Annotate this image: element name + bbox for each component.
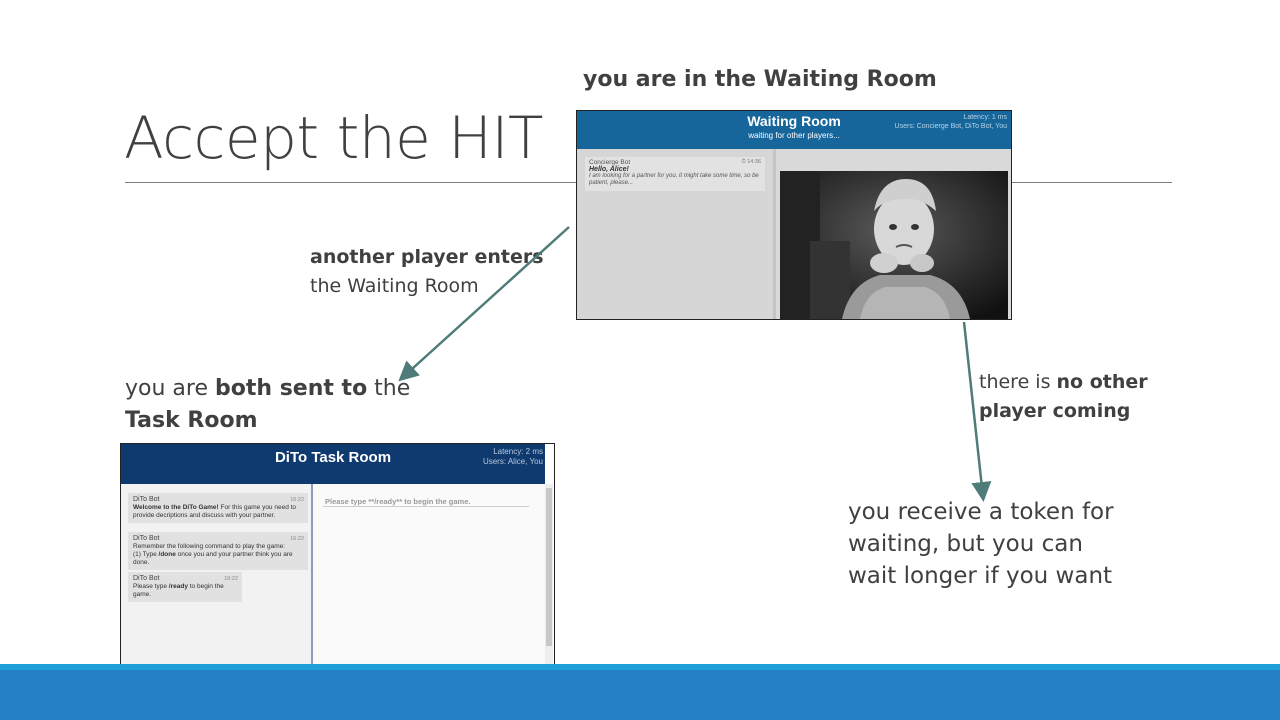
message-time: 16:22 [290,536,304,542]
arrow-to-task-room [398,226,570,382]
task-room-latency: Latency: 2 ms [493,447,543,456]
waiting-room-header: Waiting Room waiting for other players..… [577,111,1011,149]
message-text: Please type [133,583,169,590]
message-bold: /done [158,551,176,558]
ready-prompt: Please type **/ready** to begin the game… [325,497,471,506]
scrollbar-thumb[interactable] [546,488,552,646]
footer-band [0,670,1280,720]
task-room-screenshot: DiTo Task Room Latency: 2 ms Users: Alic… [120,443,555,700]
message-bold: /ready [168,583,188,590]
message-bold: Welcome to the DiTo Game! [133,504,219,511]
prompt-underline [323,506,529,507]
task-room-game-panel: Please type **/ready** to begin the game… [313,484,545,670]
chat-message: DiTo Bot 16:22 Please type /ready to beg… [128,572,242,602]
waiting-room-screenshot: Waiting Room waiting for other players..… [576,110,1012,320]
message-line: Remember the following command to play t… [133,543,286,550]
task-room-chat-panel: DiTo Bot 16:22 Welcome to the DiTo Game!… [121,484,311,670]
panel-divider [773,149,776,319]
waiting-room-users: Users: Concierge Bot, DiTo Bot, You [894,123,1007,130]
message-body: I am looking for a partner for you, it m… [589,173,759,186]
message-text: (1) Type [133,551,159,558]
message-time: ⏱ 14:36 [741,159,761,165]
waiting-boy-photo [780,171,1008,319]
waiting-room-status: Latency: 1 ms Users: Concierge Bot, DiTo… [895,113,1007,131]
task-room-title: DiTo Task Room [274,449,392,466]
message-sender: DiTo Bot [133,535,160,542]
chat-message: Concierge Bot ⏱ 14:36 Hello, Alice! I am… [585,157,765,191]
message-sender: DiTo Bot [133,575,160,582]
message-sender: DiTo Bot [133,496,160,503]
message-body: Please type /ready to begin the game. [133,583,237,599]
message-body: Welcome to the DiTo Game! For this game … [133,504,303,520]
waiting-room-latency: Latency: 1 ms [963,114,1007,121]
waiting-room-chat-panel: Concierge Bot ⏱ 14:36 Hello, Alice! I am… [577,149,773,319]
message-line: (1) Type /done once you and your partner… [133,551,303,567]
message-time: 16:22 [224,576,238,582]
task-room-header: DiTo Task Room Latency: 2 ms Users: Alic… [121,444,545,484]
message-sender: Concierge Bot [589,159,631,166]
task-room-users: Users: Alice, You [482,457,543,466]
waiting-room-subtitle: waiting for other players... [748,131,840,140]
chat-message: DiTo Bot 16:22 Welcome to the DiTo Game!… [128,493,308,523]
message-greeting: Hello, Alice! [589,166,629,173]
arrow-to-token [962,321,992,502]
message-time: 16:22 [290,497,304,503]
task-room-status: Latency: 2 ms Users: Alice, You [483,447,543,467]
chat-message: DiTo Bot 16:22 Remember the following co… [128,532,308,570]
